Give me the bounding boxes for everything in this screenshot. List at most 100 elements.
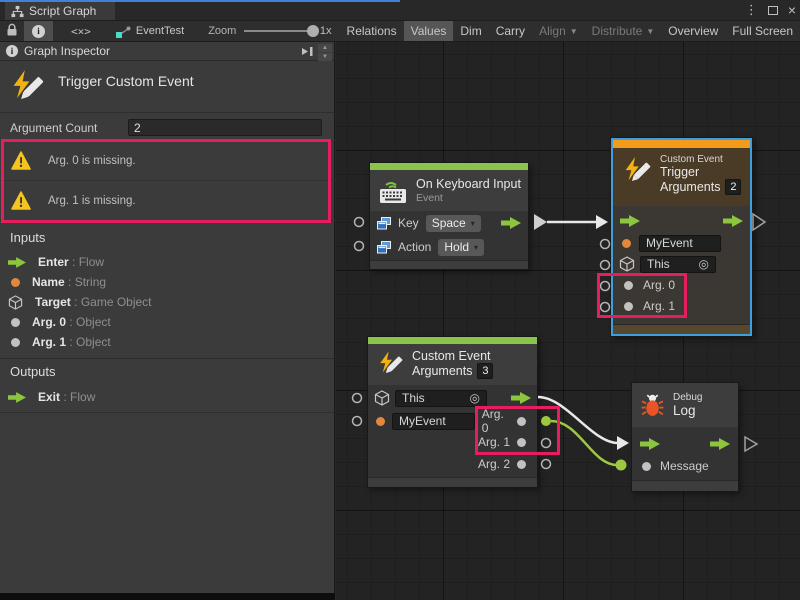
- port-type: Flow: [70, 390, 95, 404]
- port-item-arg1: Arg. 1 : Object: [0, 332, 335, 352]
- annotation-argument-outputs: [475, 406, 560, 455]
- bug-icon: [640, 392, 665, 418]
- node-title: Log: [673, 403, 702, 418]
- inputs-heading: Inputs: [0, 230, 335, 245]
- event-colorbar: [368, 337, 537, 344]
- gameobject-cube-icon: [8, 295, 23, 310]
- gameobject-cube-icon[interactable]: [374, 390, 390, 406]
- arg-out-row: Arg. 2: [376, 455, 526, 473]
- node-debug-log[interactable]: Debug Log Message: [632, 383, 738, 491]
- flow-in-port[interactable]: [620, 215, 640, 227]
- align-button[interactable]: Align ▼: [532, 21, 585, 41]
- object-picker-icon[interactable]: ◎: [470, 391, 480, 405]
- align-label: Align: [539, 24, 566, 38]
- flow-out-port[interactable]: [501, 217, 521, 229]
- window-menu-icon[interactable]: ⋮: [745, 2, 758, 18]
- node-footer: [613, 324, 750, 334]
- chevron-down-icon: ▾: [471, 219, 475, 228]
- object-picker-icon[interactable]: ◎: [699, 257, 709, 271]
- port-name: Enter: [38, 255, 69, 269]
- event-colorbar: [370, 163, 528, 170]
- outputs-heading: Outputs: [0, 364, 335, 379]
- bottom-strip: [0, 593, 335, 600]
- divider: [0, 112, 334, 113]
- flow-out-port[interactable]: [511, 392, 531, 404]
- argument-count-row: Argument Count: [10, 119, 325, 136]
- port-type: String: [75, 275, 106, 289]
- port-name: Name: [32, 275, 65, 289]
- argument-count-input[interactable]: [128, 119, 322, 136]
- annotation-warnings: [1, 139, 331, 223]
- chevron-down-icon: ▼: [646, 27, 654, 36]
- divider: [0, 358, 334, 359]
- flow-out-port[interactable]: [723, 215, 743, 227]
- graph-breadcrumb[interactable]: EventTest: [109, 25, 190, 38]
- dock-panel-icon[interactable]: [301, 45, 314, 58]
- custom-event-icon: [8, 68, 44, 106]
- message-label: Message: [660, 459, 709, 473]
- zoom-value: 1x: [320, 25, 332, 37]
- lock-icon: [6, 23, 18, 37]
- tab-label: Script Graph: [29, 4, 96, 18]
- argument-count-label: Argument Count: [10, 121, 128, 135]
- unit-title-block: Trigger Custom Event: [8, 68, 194, 106]
- close-icon[interactable]: ×: [788, 5, 796, 15]
- overview-button[interactable]: Overview: [661, 21, 725, 41]
- node-header: Custom Event Trigger Arguments 2: [613, 148, 750, 206]
- tab-script-graph[interactable]: Script Graph: [5, 2, 115, 20]
- gameobject-cube-icon[interactable]: [619, 256, 635, 272]
- lock-button[interactable]: [0, 23, 24, 40]
- port-type: Object: [76, 315, 111, 329]
- node-on-keyboard-input[interactable]: On Keyboard Input Event Key Space ▾: [370, 163, 528, 269]
- fullscreen-button[interactable]: Full Screen: [725, 21, 800, 41]
- object-port[interactable]: [642, 462, 651, 471]
- node-subtitle: Event: [416, 192, 521, 204]
- action-row: Action Hold ▾: [377, 237, 484, 257]
- scroll-down-icon[interactable]: ▼: [318, 53, 332, 61]
- argument-count-badge[interactable]: 3: [477, 363, 493, 379]
- trigger-colorbar: [613, 140, 750, 148]
- node-footer: [370, 260, 528, 269]
- key-dropdown[interactable]: Space ▾: [426, 215, 481, 232]
- string-port-icon: [11, 278, 20, 287]
- keyboard-icon: [378, 178, 408, 204]
- event-name-field[interactable]: MyEvent: [639, 235, 721, 252]
- port-name: Arg. 0: [32, 315, 66, 329]
- target-field[interactable]: This ◎: [395, 390, 487, 407]
- port-type: Game Object: [81, 295, 152, 309]
- dim-button[interactable]: Dim: [453, 21, 488, 41]
- target-field[interactable]: This ◎: [640, 256, 716, 273]
- values-button[interactable]: Values: [404, 21, 454, 41]
- zoom-slider-handle[interactable]: [307, 25, 319, 37]
- distribute-button[interactable]: Distribute ▼: [585, 21, 662, 41]
- custom-event-icon: [376, 349, 403, 379]
- node-title: On Keyboard Input: [416, 177, 521, 191]
- maximize-icon[interactable]: [768, 6, 778, 15]
- string-port[interactable]: [622, 239, 631, 248]
- port-name: Target: [35, 295, 71, 309]
- node-title-line1: Custom Event: [412, 349, 493, 363]
- carry-button[interactable]: Carry: [489, 21, 532, 41]
- port-item-exit: Exit : Flow: [0, 387, 335, 407]
- argument-count-badge[interactable]: 2: [725, 179, 741, 195]
- distribute-label: Distribute: [592, 24, 643, 38]
- graph-icon: [115, 25, 131, 38]
- graph-name: EventTest: [136, 25, 184, 37]
- inspector-toggle-button[interactable]: i: [24, 21, 53, 41]
- object-port-icon: [11, 318, 20, 327]
- zoom-slider[interactable]: [244, 30, 314, 32]
- action-dropdown[interactable]: Hold ▾: [438, 239, 484, 256]
- port-item-name: Name : String: [0, 272, 335, 292]
- object-out-port[interactable]: [517, 460, 526, 469]
- custom-event-icon: [621, 154, 651, 188]
- relations-button[interactable]: Relations: [340, 21, 404, 41]
- port-type: Object: [76, 335, 111, 349]
- flow-in-port[interactable]: [640, 438, 660, 450]
- code-preview-button[interactable]: <×>: [53, 25, 109, 38]
- event-name-field[interactable]: MyEvent: [392, 413, 475, 430]
- flow-out-port[interactable]: [710, 438, 730, 450]
- outputs-section: Outputs Exit : Flow: [0, 364, 335, 407]
- graph-toolbar: i <×> EventTest Zoom 1x Relations Values…: [0, 20, 800, 42]
- string-port[interactable]: [376, 417, 385, 426]
- scroll-up-icon[interactable]: ▲: [318, 44, 332, 52]
